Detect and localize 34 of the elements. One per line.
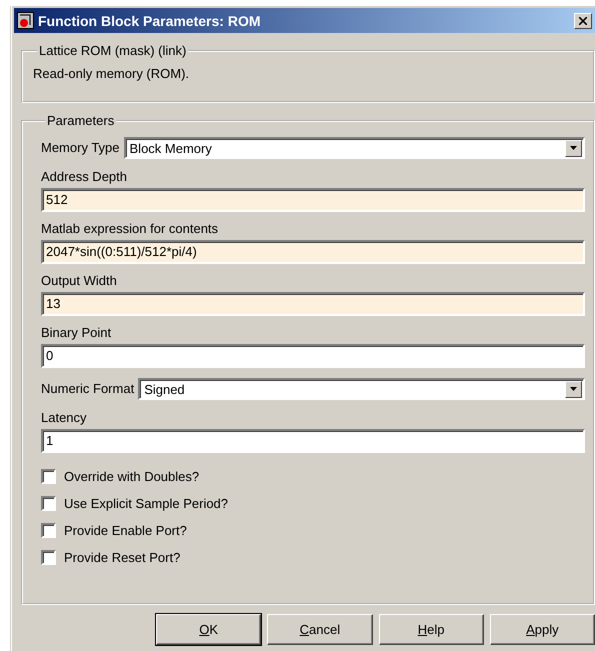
dropdown[interactable]: Block Memory bbox=[124, 137, 585, 159]
dialog-button[interactable]: Apply bbox=[490, 614, 595, 645]
field-label: Address Depth bbox=[41, 169, 128, 185]
field-label: Latency bbox=[41, 410, 88, 426]
input-field[interactable]: 13 bbox=[41, 292, 585, 316]
input-field[interactable]: 2047*sin((0:511)/512*pi/4) bbox=[41, 240, 585, 264]
checkbox[interactable] bbox=[41, 496, 56, 510]
field-label: Matlab expression for contents bbox=[41, 221, 220, 237]
checkbox-label: Provide Reset Port? bbox=[64, 550, 180, 564]
checkbox[interactable] bbox=[41, 550, 56, 564]
description: Read-only memory (ROM). bbox=[33, 66, 190, 81]
input-field[interactable]: 512 bbox=[41, 188, 585, 212]
checkbox-label: Override with Doubles? bbox=[64, 468, 200, 484]
input-field[interactable]: 1 bbox=[41, 429, 585, 453]
group-title: Lattice ROM (mask) (link) bbox=[38, 43, 188, 58]
app-icon bbox=[17, 12, 34, 29]
checkbox[interactable] bbox=[41, 468, 56, 484]
close-icon[interactable] bbox=[574, 12, 592, 28]
dialog-button[interactable]: OK bbox=[156, 614, 262, 645]
caret-icon bbox=[570, 146, 577, 150]
field-label: Binary Point bbox=[41, 325, 112, 341]
caret-icon bbox=[570, 387, 577, 391]
field-label: Memory Type bbox=[41, 140, 120, 156]
field-label: Output Width bbox=[41, 273, 118, 289]
checkbox-label: Use Explicit Sample Period? bbox=[64, 496, 228, 510]
group-title: Parameters bbox=[46, 113, 116, 128]
dropdown[interactable]: Signed bbox=[138, 378, 585, 400]
input-field[interactable]: 0 bbox=[41, 344, 585, 368]
field-label: Numeric Format bbox=[41, 381, 134, 397]
dialog-button[interactable]: Cancel bbox=[267, 614, 372, 645]
checkbox-label: Provide Enable Port? bbox=[64, 522, 187, 538]
checkbox[interactable] bbox=[41, 522, 56, 538]
dialog-button[interactable]: Help bbox=[378, 614, 484, 645]
window-title: Function Block Parameters: ROM bbox=[38, 12, 262, 28]
